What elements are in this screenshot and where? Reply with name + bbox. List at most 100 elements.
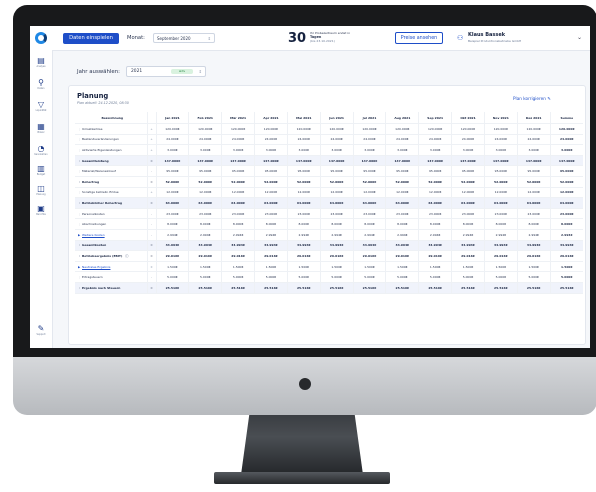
value-cell[interactable]: 1.500€ <box>221 261 255 273</box>
value-cell[interactable]: 5.000€ <box>418 271 452 283</box>
column-header[interactable]: Apr 2021 <box>254 112 288 124</box>
value-cell[interactable]: 8.000€ <box>155 218 189 230</box>
value-cell[interactable]: 1.500€ <box>352 261 386 273</box>
value-cell[interactable]: 25.516€ <box>319 282 354 294</box>
value-cell[interactable]: 95.000€ <box>418 165 452 177</box>
column-header[interactable]: Jul 2021 <box>352 112 386 124</box>
value-cell[interactable]: 120.000€ <box>155 123 189 135</box>
value-cell[interactable]: 3.000€ <box>254 144 288 156</box>
value-cell[interactable]: 64.000€ <box>221 197 255 209</box>
sidebar-item-kennzahlen[interactable]: ◔ Kennzahlen <box>32 144 50 156</box>
value-cell[interactable]: 5.000€ <box>352 271 386 283</box>
value-cell[interactable]: 8.000€ <box>451 218 485 230</box>
value-cell[interactable]: 34.994€ <box>155 240 189 252</box>
value-cell[interactable]: 2.994€ <box>352 229 386 241</box>
value-cell[interactable]: 3.000€ <box>516 144 551 156</box>
value-cell[interactable]: 25.516€ <box>352 282 386 294</box>
value-cell[interactable]: 24.000€ <box>319 134 354 146</box>
value-cell[interactable]: 147.000€ <box>451 155 485 167</box>
value-cell[interactable]: 120.000€ <box>451 123 485 135</box>
value-cell[interactable]: 2.994€ <box>155 229 189 241</box>
value-cell[interactable]: 2.994€ <box>221 229 255 241</box>
value-cell[interactable]: 24.000€ <box>254 134 288 146</box>
value-cell[interactable]: 52.000€ <box>385 176 419 188</box>
value-cell[interactable]: 147.000€ <box>286 155 321 167</box>
value-cell[interactable]: 29.016€ <box>385 250 419 262</box>
value-cell[interactable]: 29.016€ <box>352 250 386 262</box>
value-cell[interactable]: 8.000€ <box>418 218 452 230</box>
value-cell[interactable]: 1.500€ <box>418 261 452 273</box>
value-cell[interactable]: 29.016€ <box>254 250 288 262</box>
value-cell[interactable]: 5.000€ <box>254 271 288 283</box>
value-cell[interactable]: 8.000€ <box>483 218 518 230</box>
row-total-cell[interactable]: 29.016€ <box>549 250 583 262</box>
value-cell[interactable]: 29.016€ <box>418 250 452 262</box>
month-select[interactable]: September 2020 ⇕ <box>153 33 215 43</box>
value-cell[interactable]: 34.994€ <box>516 240 551 252</box>
value-cell[interactable]: 34.994€ <box>188 240 222 252</box>
value-cell[interactable]: 12.000€ <box>188 187 222 199</box>
value-cell[interactable]: 95.000€ <box>286 165 321 177</box>
column-header[interactable]: Dez 2021 <box>516 112 551 124</box>
sidebar-item-budget[interactable]: ▥ Budget <box>32 164 50 176</box>
column-header[interactable]: Summe <box>549 112 583 124</box>
value-cell[interactable]: 1.500€ <box>483 261 518 273</box>
value-cell[interactable]: 23.000€ <box>319 208 354 220</box>
row-total-cell[interactable]: 24.000€ <box>549 134 583 146</box>
column-header[interactable]: Mai 2021 <box>286 112 321 124</box>
column-header[interactable] <box>146 112 156 124</box>
value-cell[interactable]: 3.000€ <box>451 144 485 156</box>
value-cell[interactable]: 23.000€ <box>286 208 321 220</box>
value-cell[interactable]: 64.000€ <box>352 197 386 209</box>
value-cell[interactable]: 147.000€ <box>483 155 518 167</box>
value-cell[interactable]: 24.000€ <box>155 134 189 146</box>
value-cell[interactable]: 147.000€ <box>221 155 255 167</box>
value-cell[interactable]: 5.000€ <box>385 271 419 283</box>
value-cell[interactable]: 3.000€ <box>221 144 255 156</box>
value-cell[interactable]: 147.000€ <box>516 155 551 167</box>
value-cell[interactable]: 147.000€ <box>352 155 386 167</box>
row-total-cell[interactable]: 2.994€ <box>549 229 583 241</box>
value-cell[interactable]: 8.000€ <box>516 218 551 230</box>
value-cell[interactable]: 25.516€ <box>483 282 518 294</box>
value-cell[interactable]: 24.000€ <box>483 134 518 146</box>
value-cell[interactable]: 2.994€ <box>188 229 222 241</box>
value-cell[interactable]: 12.000€ <box>418 187 452 199</box>
sidebar-item-daten[interactable]: ⚲ Daten <box>32 78 50 90</box>
value-cell[interactable]: 2.994€ <box>254 229 288 241</box>
value-cell[interactable]: 34.994€ <box>451 240 485 252</box>
sidebar-item-berichte[interactable]: ▣ Berichte <box>32 204 50 216</box>
value-cell[interactable]: 64.000€ <box>418 197 452 209</box>
value-cell[interactable]: 29.016€ <box>286 250 321 262</box>
value-cell[interactable]: 1.500€ <box>516 261 551 273</box>
value-cell[interactable]: 2.994€ <box>286 229 321 241</box>
value-cell[interactable]: 1.500€ <box>188 261 222 273</box>
value-cell[interactable]: 147.000€ <box>254 155 288 167</box>
value-cell[interactable]: 34.994€ <box>352 240 386 252</box>
value-cell[interactable]: 5.000€ <box>319 271 354 283</box>
value-cell[interactable]: 64.000€ <box>254 197 288 209</box>
value-cell[interactable]: 12.000€ <box>221 187 255 199</box>
value-cell[interactable]: 2.994€ <box>319 229 354 241</box>
info-icon[interactable]: ⓘ <box>125 254 128 258</box>
value-cell[interactable]: 24.000€ <box>188 134 222 146</box>
value-cell[interactable]: 95.000€ <box>254 165 288 177</box>
value-cell[interactable]: 95.000€ <box>483 165 518 177</box>
value-cell[interactable]: 1.500€ <box>155 261 189 273</box>
value-cell[interactable]: 23.000€ <box>385 208 419 220</box>
value-cell[interactable]: 64.000€ <box>516 197 551 209</box>
value-cell[interactable]: 3.000€ <box>188 144 222 156</box>
value-cell[interactable]: 25.516€ <box>254 282 288 294</box>
value-cell[interactable]: 5.000€ <box>155 271 189 283</box>
column-header[interactable]: Jan 2021 <box>155 112 189 124</box>
row-total-cell[interactable]: 3.000€ <box>549 144 583 156</box>
value-cell[interactable]: 64.000€ <box>286 197 321 209</box>
value-cell[interactable]: 95.000€ <box>188 165 222 177</box>
value-cell[interactable]: 23.000€ <box>451 208 485 220</box>
value-cell[interactable]: 24.000€ <box>352 134 386 146</box>
value-cell[interactable]: 8.000€ <box>319 218 354 230</box>
value-cell[interactable]: 23.000€ <box>188 208 222 220</box>
value-cell[interactable]: 147.000€ <box>155 155 189 167</box>
value-cell[interactable]: 12.000€ <box>319 187 354 199</box>
value-cell[interactable]: 23.000€ <box>155 208 189 220</box>
